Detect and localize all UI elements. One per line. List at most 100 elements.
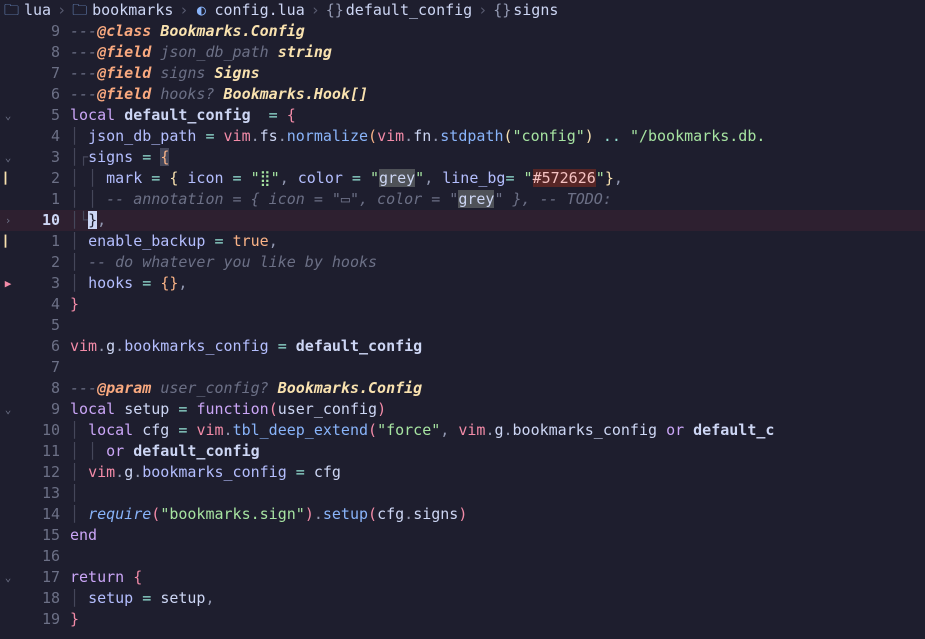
gutter: 7 bbox=[0, 63, 70, 84]
search-match: grey bbox=[458, 190, 494, 208]
gutter: 10 bbox=[0, 420, 70, 441]
search-match: grey bbox=[379, 169, 415, 187]
code-line[interactable]: 6 ---@field hooks? Bookmarks.Hook[] bbox=[0, 84, 925, 105]
code-line[interactable]: ▎2 │ │ mark = { icon = "⣿", color = "gre… bbox=[0, 168, 925, 189]
line-number: 3 bbox=[32, 273, 70, 294]
chevron-right-icon: › bbox=[478, 0, 487, 21]
gutter: ›10 bbox=[0, 210, 70, 231]
code-editor[interactable]: 9 ---@class Bookmarks.Config 8 ---@field… bbox=[0, 21, 925, 630]
code-line[interactable]: 7 ---@field signs Signs bbox=[0, 63, 925, 84]
gutter: 7 bbox=[0, 357, 70, 378]
folder-icon: 🗀 bbox=[72, 0, 86, 21]
gutter: 14 bbox=[0, 504, 70, 525]
code-line[interactable]: 8 ---@field json_db_path string bbox=[0, 42, 925, 63]
chevron-right-icon: › bbox=[179, 0, 188, 21]
brace-icon: {} bbox=[493, 0, 507, 21]
gutter: 9 bbox=[0, 21, 70, 42]
breadcrumb-item[interactable]: bookmarks bbox=[92, 0, 173, 21]
line-number: 16 bbox=[32, 546, 70, 567]
gutter: 8 bbox=[0, 378, 70, 399]
line-number: 10 bbox=[32, 420, 70, 441]
code-line[interactable]: 19 } bbox=[0, 609, 925, 630]
breadcrumb-item[interactable]: default_config bbox=[346, 0, 472, 21]
fold-open-icon[interactable]: ⌄ bbox=[0, 147, 16, 168]
line-number: 5 bbox=[32, 105, 70, 126]
fold-open-icon[interactable]: ⌄ bbox=[0, 567, 16, 588]
cursor: } bbox=[88, 211, 97, 229]
gutter: 4 bbox=[0, 126, 70, 147]
code-line[interactable]: ▶3 │ hooks = {}, bbox=[0, 273, 925, 294]
code-line[interactable]: 6 vim.g.bookmarks_config = default_confi… bbox=[0, 336, 925, 357]
chevron-right-icon: › bbox=[311, 0, 320, 21]
gutter: 15 bbox=[0, 525, 70, 546]
line-number: 5 bbox=[32, 315, 70, 336]
gutter: 19 bbox=[0, 609, 70, 630]
code-line[interactable]: 10 │ local cfg = vim.tbl_deep_extend("fo… bbox=[0, 420, 925, 441]
breadcrumb-item[interactable]: signs bbox=[513, 0, 558, 21]
gutter: ▎1 bbox=[0, 231, 70, 252]
git-change-icon: ▎ bbox=[0, 231, 16, 252]
line-number: 1 bbox=[32, 231, 70, 252]
code-line[interactable]: 1 │ │ -- annotation = { icon = "▭", colo… bbox=[0, 189, 925, 210]
code-line[interactable]: 11 │ │ or default_config bbox=[0, 441, 925, 462]
line-number: 6 bbox=[32, 84, 70, 105]
gutter: 16 bbox=[0, 546, 70, 567]
code-line[interactable]: ⌄17 return { bbox=[0, 567, 925, 588]
line-number: 18 bbox=[32, 588, 70, 609]
code-line[interactable]: 18 │ setup = setup, bbox=[0, 588, 925, 609]
line-number: 12 bbox=[32, 462, 70, 483]
code-line[interactable]: 13 │ bbox=[0, 483, 925, 504]
code-line[interactable]: ⌄5 local default_config = { bbox=[0, 105, 925, 126]
gutter: ⌄17 bbox=[0, 567, 70, 588]
line-number: 8 bbox=[32, 42, 70, 63]
line-number: 6 bbox=[32, 336, 70, 357]
gutter: 6 bbox=[0, 336, 70, 357]
breadcrumb-item[interactable]: lua bbox=[24, 0, 51, 21]
code-line[interactable]: 14 │ require("bookmarks.sign").setup(cfg… bbox=[0, 504, 925, 525]
gutter: 6 bbox=[0, 84, 70, 105]
gutter: ⌄9 bbox=[0, 399, 70, 420]
diagnostic-icon[interactable]: ▶ bbox=[0, 273, 16, 294]
line-number: 9 bbox=[32, 399, 70, 420]
gutter: 8 bbox=[0, 42, 70, 63]
gutter: ▶3 bbox=[0, 273, 70, 294]
code-line[interactable]: 9 ---@class Bookmarks.Config bbox=[0, 21, 925, 42]
line-number: 1 bbox=[32, 189, 70, 210]
code-line[interactable]: ⌄3 │┌signs = { bbox=[0, 147, 925, 168]
gutter: 1 bbox=[0, 189, 70, 210]
line-number: 3 bbox=[32, 147, 70, 168]
brace-icon: {} bbox=[326, 0, 340, 21]
breadcrumb: 🗀 lua › 🗀 bookmarks › ◐ config.lua › {} … bbox=[0, 0, 925, 21]
code-line-current[interactable]: ›10 │└}, bbox=[0, 210, 925, 231]
gutter: 18 bbox=[0, 588, 70, 609]
line-number: 15 bbox=[32, 525, 70, 546]
line-number: 19 bbox=[32, 609, 70, 630]
fold-close-icon[interactable]: › bbox=[0, 210, 16, 231]
code-line[interactable]: 12 │ vim.g.bookmarks_config = cfg bbox=[0, 462, 925, 483]
code-line[interactable]: 5 bbox=[0, 315, 925, 336]
line-number: 13 bbox=[32, 483, 70, 504]
code-line[interactable]: 4 } bbox=[0, 294, 925, 315]
code-line[interactable]: 16 bbox=[0, 546, 925, 567]
code-line[interactable]: ▎1 │ enable_backup = true, bbox=[0, 231, 925, 252]
fold-open-icon[interactable]: ⌄ bbox=[0, 105, 16, 126]
code-line[interactable]: 2 │ -- do whatever you like by hooks bbox=[0, 252, 925, 273]
git-change-icon: ▎ bbox=[0, 168, 16, 189]
code-line[interactable]: 8 ---@param user_config? Bookmarks.Confi… bbox=[0, 378, 925, 399]
chevron-right-icon: › bbox=[57, 0, 66, 21]
line-number: 4 bbox=[32, 126, 70, 147]
code-line[interactable]: 15 end bbox=[0, 525, 925, 546]
line-number: 14 bbox=[32, 504, 70, 525]
line-number: 2 bbox=[32, 252, 70, 273]
gutter: 12 bbox=[0, 462, 70, 483]
code-line[interactable]: 4 │ json_db_path = vim.fs.normalize(vim.… bbox=[0, 126, 925, 147]
code-line[interactable]: 7 bbox=[0, 357, 925, 378]
line-number: 9 bbox=[32, 21, 70, 42]
breadcrumb-item[interactable]: config.lua bbox=[214, 0, 304, 21]
line-number: 2 bbox=[32, 168, 70, 189]
code-line[interactable]: ⌄9 local setup = function(user_config) bbox=[0, 399, 925, 420]
fold-open-icon[interactable]: ⌄ bbox=[0, 399, 16, 420]
gutter: 5 bbox=[0, 315, 70, 336]
gutter: 11 bbox=[0, 441, 70, 462]
gutter: 2 bbox=[0, 252, 70, 273]
